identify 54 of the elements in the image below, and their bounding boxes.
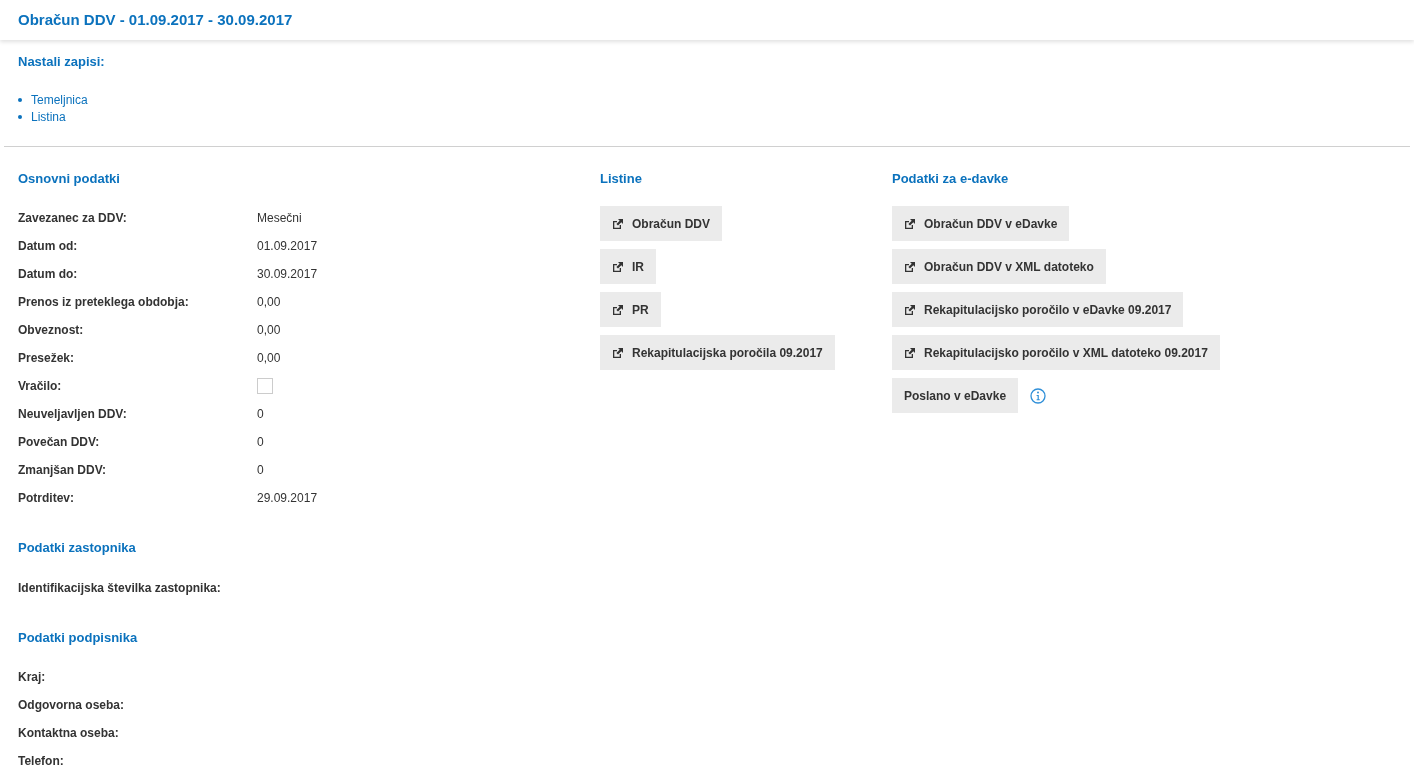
external-link-icon — [904, 217, 916, 230]
field-value: 30.09.2017 — [257, 266, 318, 283]
field-label: Datum do: — [18, 266, 79, 283]
external-link-icon — [612, 217, 624, 230]
sent-button[interactable]: Poslano v eDavke — [892, 378, 1019, 413]
section-heading: Podatki zastopnika — [18, 539, 137, 557]
field-label: Zavezanec za DDV: — [18, 210, 128, 227]
external-link-icon — [612, 260, 624, 273]
section-heading: Listine — [600, 169, 643, 188]
field-value: 29.09.2017 — [257, 490, 318, 507]
field-value: 01.09.2017 — [257, 238, 318, 255]
open-link-button[interactable]: Obračun DDV v eDavke — [892, 206, 1070, 241]
page-title: Obračun DDV - 01.09.2017 - 30.09.2017 — [18, 9, 293, 30]
external-link-icon — [612, 346, 624, 359]
checkbox[interactable] — [257, 378, 273, 394]
field-value: 0,00 — [257, 322, 281, 339]
section-heading: Podatki podpisnika — [18, 628, 139, 647]
section-heading: Nastali zapisi: — [18, 53, 106, 71]
open-link-button[interactable]: IR — [600, 249, 656, 284]
external-link-icon — [904, 303, 916, 316]
open-link-button[interactable]: Obračun DDV v XML datoteko — [892, 249, 1106, 284]
info-icon[interactable] — [1030, 387, 1047, 404]
field-label: Neuveljavljen DDV: — [18, 406, 128, 423]
field-label: Kraj: — [18, 669, 47, 686]
field-label: Kontaktna oseba: — [18, 725, 120, 742]
field-label: Potrditev: — [18, 490, 75, 507]
section-heading: Podatki za e-davke — [892, 169, 1010, 188]
field-label: Datum od: — [18, 238, 79, 255]
field-label: Presežek: — [18, 350, 76, 367]
field-value: 0,00 — [257, 350, 281, 367]
field-label: Obveznost: — [18, 322, 85, 339]
field-label: Odgovorna oseba: — [18, 697, 125, 714]
open-link-button[interactable]: Rekapitulacijsko poročilo v XML datoteko 09.2017 — [892, 335, 1220, 370]
external-link-icon — [904, 346, 916, 359]
field-value: 0,00 — [257, 294, 281, 311]
record-link[interactable]: Temeljnica — [31, 91, 88, 109]
field-label: Zmanjšan DDV: — [18, 462, 108, 479]
record-link[interactable]: Listina — [31, 108, 66, 126]
field-label: Vračilo: — [18, 378, 63, 395]
open-link-button[interactable]: Rekapitulacijsko poročilo v eDavke 09.2017 — [892, 292, 1184, 327]
field-label: Identifikacijska številka zastopnika: — [18, 579, 222, 597]
field-label: Povečan DDV: — [18, 434, 101, 451]
field-value: 0 — [257, 462, 264, 479]
field-value: 0 — [257, 434, 264, 451]
field-value: 0 — [257, 406, 264, 423]
external-link-icon — [904, 260, 916, 273]
section-heading: Osnovni podatki — [18, 169, 121, 188]
open-link-button[interactable]: Obračun DDV — [600, 206, 722, 241]
field-value: Mesečni — [257, 210, 302, 227]
external-link-icon — [612, 303, 624, 316]
field-label: Prenos iz preteklega obdobja: — [18, 294, 190, 311]
field-label: Telefon: — [18, 753, 65, 767]
open-link-button[interactable]: Rekapitulacijska poročila 09.2017 — [600, 335, 835, 370]
open-link-button[interactable]: PR — [600, 292, 661, 327]
